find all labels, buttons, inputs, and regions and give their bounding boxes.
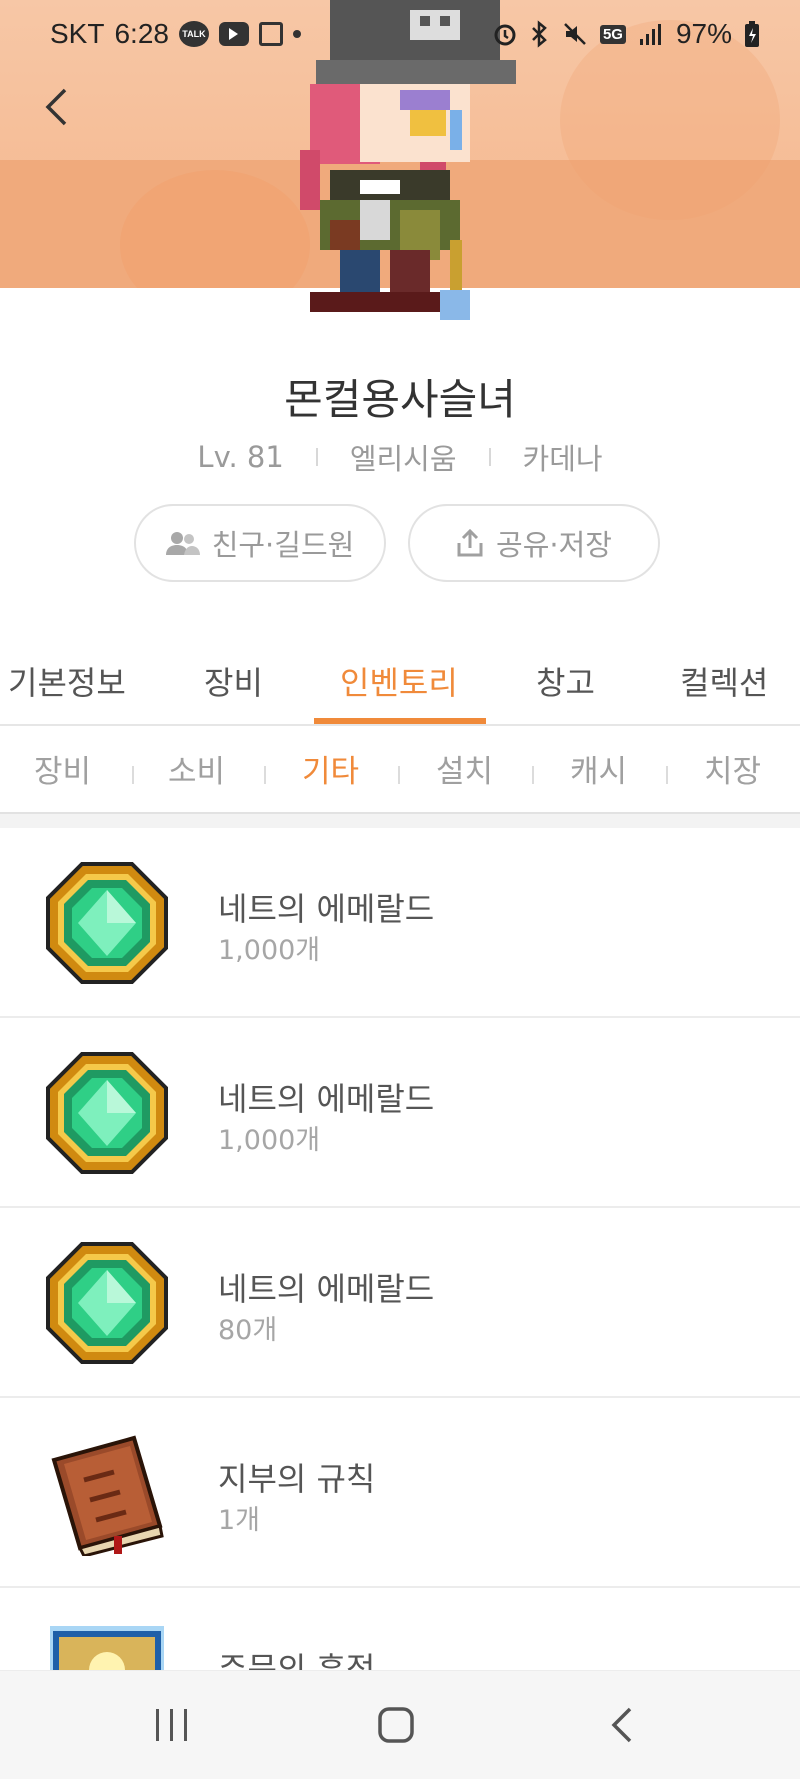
share-save-button[interactable]: 공유·저장 (408, 504, 660, 582)
item-name: 네트의 에메랄드 (218, 890, 435, 928)
divider (315, 448, 318, 466)
main-tabs: 기본정보 장비 인벤토리 창고 컬렉션 (0, 640, 800, 726)
5g-icon: 5G (599, 24, 626, 44)
character-name: 몬컬용사슬녀 (284, 375, 516, 424)
divider (532, 766, 534, 784)
battery-label: 97% (675, 18, 732, 49)
subtab-decoration[interactable]: 치장 (704, 746, 761, 791)
divider (264, 766, 266, 784)
system-nav-bar (0, 1670, 800, 1779)
item-name: 네트의 에메랄드 (218, 1270, 435, 1308)
divider (488, 448, 491, 466)
friends-guild-label: 친구·길드원 (211, 528, 355, 562)
character-world: 엘리시움 (349, 442, 457, 476)
divider (398, 766, 400, 784)
bluetooth-icon (532, 20, 547, 48)
inventory-list: 네트의 에메랄드 1,000개 네트의 에메랄드 1,000개 네트의 에메랄드… (0, 828, 800, 1778)
character-job: 카데나 (522, 442, 603, 476)
tab-inventory[interactable]: 인벤토리 (340, 658, 458, 704)
friends-guild-button[interactable]: 친구·길드원 (134, 504, 386, 582)
list-item[interactable]: 네트의 에메랄드 1,000개 (0, 1018, 800, 1208)
emerald-icon (46, 1052, 168, 1174)
item-count: 1개 (218, 1505, 261, 1536)
youtube-icon (218, 22, 249, 46)
nav-back-button[interactable] (592, 1695, 652, 1755)
character-level: Lv. 81 (197, 440, 284, 474)
divider (666, 766, 668, 784)
status-left: SKT 6:28 TALK (50, 18, 301, 50)
profile-actions: 친구·길드원 공유·저장 (134, 504, 660, 582)
home-button[interactable] (366, 1695, 426, 1755)
home-icon (378, 1707, 414, 1743)
divider (132, 766, 134, 784)
status-bar: SKT 6:28 TALK 5G 97% (0, 0, 800, 72)
item-count: 1,000개 (218, 935, 321, 966)
recent-apps-icon (156, 1709, 187, 1741)
character-meta: Lv. 81 엘리시움 카데나 (0, 436, 800, 478)
dot-icon (292, 30, 301, 38)
list-item[interactable]: 지부의 규칙 1개 (0, 1398, 800, 1588)
clock: 6:28 (114, 18, 169, 49)
chevron-left-icon (45, 88, 67, 126)
alarm-icon (494, 24, 516, 46)
list-item[interactable]: 네트의 에메랄드 1,000개 (0, 828, 800, 1018)
item-count: 1,000개 (218, 1125, 321, 1156)
back-icon (611, 1707, 632, 1743)
share-save-label: 공유·저장 (496, 528, 612, 562)
subtab-cash[interactable]: 캐시 (570, 746, 627, 791)
subtab-etc[interactable]: 기타 (302, 746, 359, 791)
subtab-consume[interactable]: 소비 (168, 746, 225, 791)
subtab-setup[interactable]: 설치 (436, 746, 493, 791)
tab-storage[interactable]: 창고 (536, 658, 595, 704)
active-tab-indicator (314, 718, 486, 724)
emerald-icon (46, 1242, 168, 1364)
book-icon (51, 1435, 164, 1556)
item-name: 지부의 규칙 (218, 1460, 376, 1498)
status-right: 5G 97% (492, 18, 760, 50)
gallery-icon (258, 22, 283, 46)
item-count: 80개 (218, 1315, 278, 1346)
tab-collection[interactable]: 컬렉션 (680, 658, 768, 704)
kakaotalk-icon: TALK (178, 21, 209, 47)
emerald-icon (46, 862, 168, 984)
list-item[interactable]: 네트의 에메랄드 80개 (0, 1208, 800, 1398)
tab-basic-info[interactable]: 기본정보 (8, 658, 126, 704)
battery-icon (745, 21, 759, 47)
people-icon (165, 532, 200, 555)
item-name: 네트의 에메랄드 (218, 1080, 435, 1118)
subtab-equip[interactable]: 장비 (34, 746, 91, 791)
signal-icon (639, 24, 661, 45)
back-button[interactable] (36, 82, 76, 132)
share-icon (457, 528, 483, 557)
section-gap (0, 814, 800, 828)
tab-equipment[interactable]: 장비 (204, 658, 263, 704)
mute-icon (564, 23, 586, 45)
inventory-subtabs: 장비 소비 기타 설치 캐시 치장 (0, 726, 800, 814)
carrier-label: SKT (50, 18, 105, 49)
recent-apps-button[interactable] (142, 1695, 202, 1755)
